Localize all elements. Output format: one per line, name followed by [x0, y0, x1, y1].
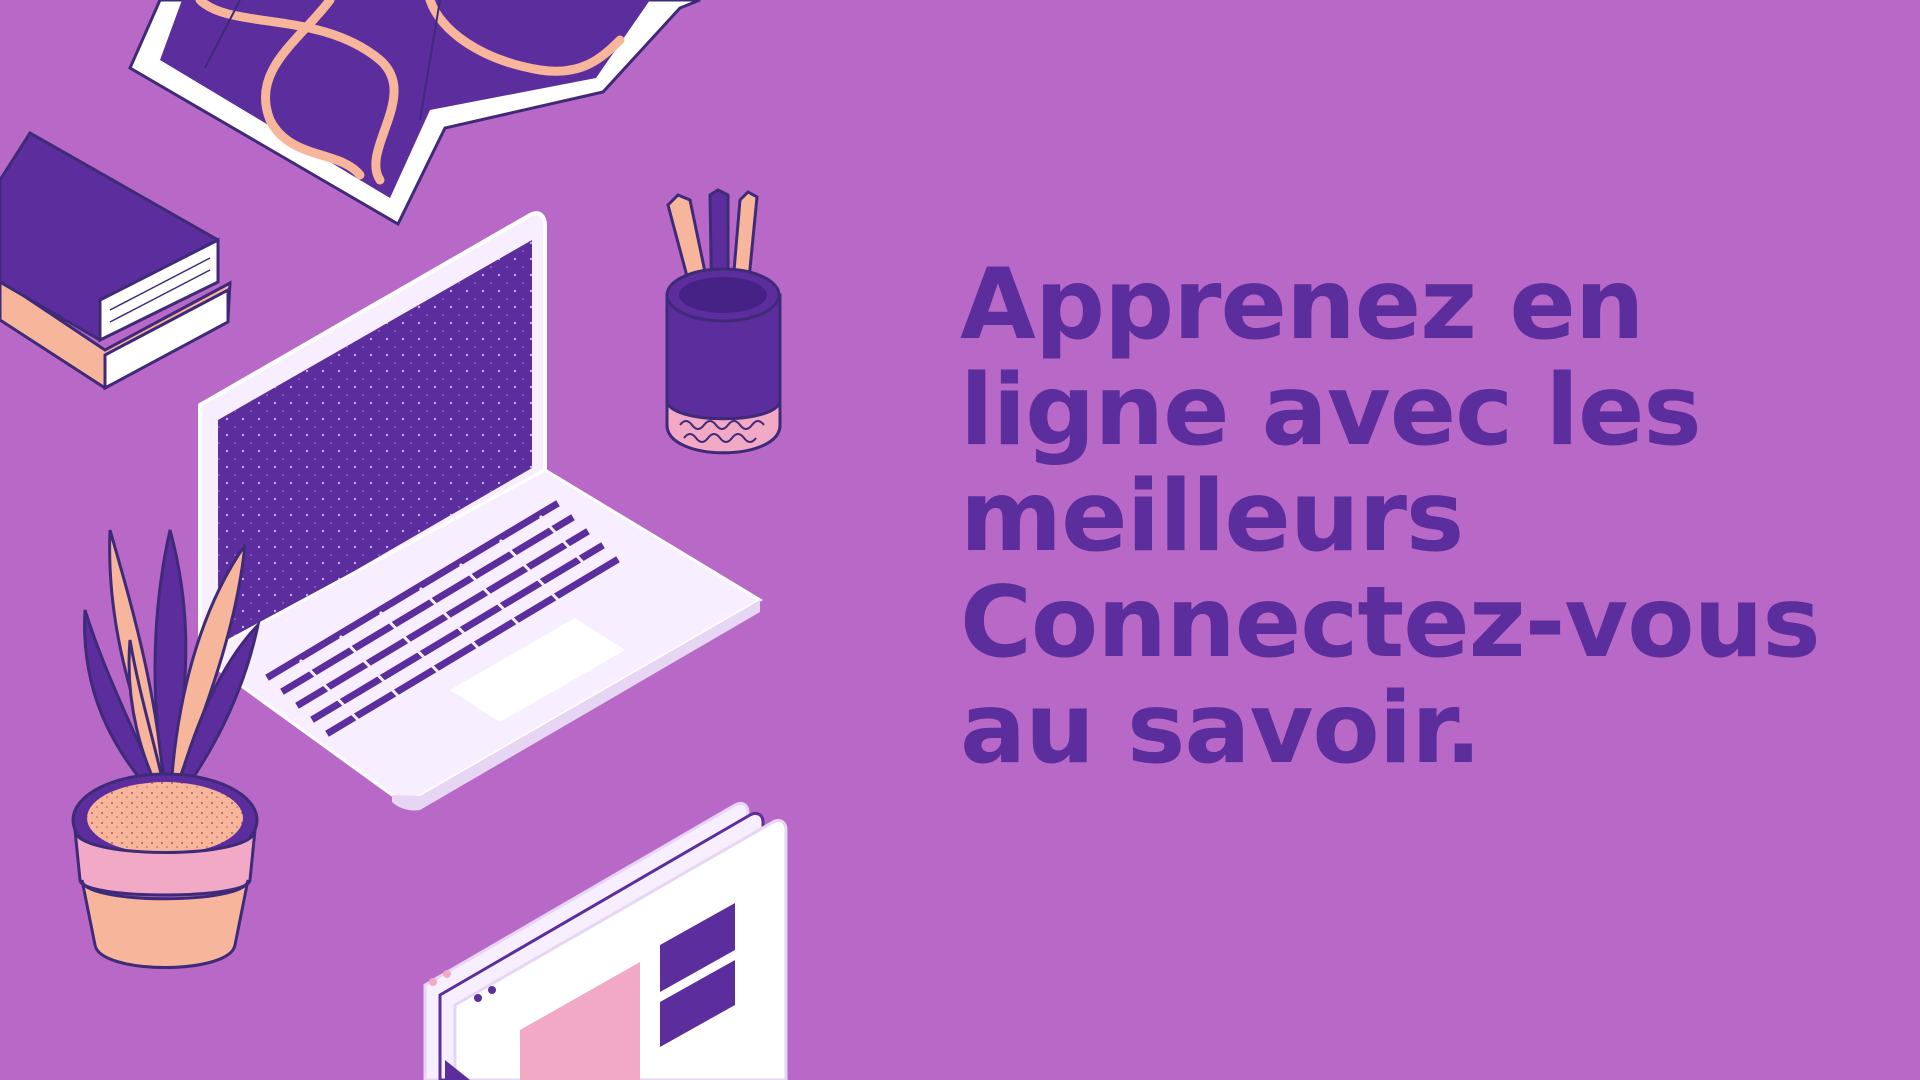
books-icon [0, 130, 232, 391]
headline-line-5: au savoir. [960, 672, 1482, 786]
map-icon [128, 0, 701, 227]
browser-windows-icon [423, 801, 788, 1080]
headline-line-3: meilleurs [960, 460, 1464, 574]
potted-plant-icon [71, 529, 261, 969]
headline-line-4: Connectez-vous [960, 566, 1821, 680]
headline-line-2: ligne avec les [960, 354, 1702, 468]
headline: Apprenez en ligne avec les meilleurs Con… [960, 252, 1860, 782]
headline-line-1: Apprenez en [960, 248, 1645, 362]
pencil-cup-icon [665, 188, 782, 455]
